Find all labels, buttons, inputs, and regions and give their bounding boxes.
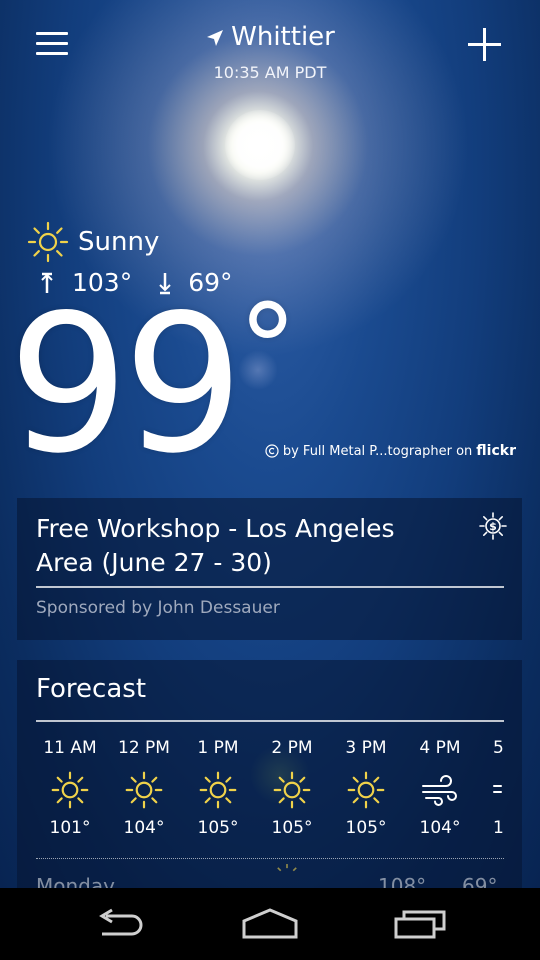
current-temperature: 99° [8, 290, 298, 480]
sponsored-ad-card[interactable]: Free Workshop - Los Angeles Area (June 2… [17, 498, 522, 640]
hour-label: 4 PM [419, 738, 461, 758]
local-time: 10:35 AM PDT [213, 63, 327, 82]
recent-apps-icon [394, 910, 446, 939]
degree-symbol: ° [237, 280, 298, 419]
hourly-forecast-item[interactable]: 2 PM 105° [255, 738, 329, 838]
daily-forecast-row[interactable]: Monday 108° 69° [36, 864, 506, 888]
ad-sponsor: Sponsored by John Dessauer [36, 598, 280, 618]
sun-icon [107, 762, 181, 818]
location-name: Whittier [231, 22, 335, 52]
sun-icon [277, 864, 297, 872]
photo-credit-text: by Full Metal P...tographer on [282, 443, 473, 459]
home-button[interactable] [220, 898, 320, 950]
hour-label: 12 PM [118, 738, 170, 758]
forecast-dotted-divider [36, 858, 504, 859]
copyright-icon [265, 444, 279, 458]
hourly-forecast-item[interactable]: 5 1 [477, 738, 522, 838]
sun-icon [255, 762, 329, 818]
ad-title: Free Workshop - Los Angeles Area (June 2… [36, 514, 395, 577]
back-button[interactable] [70, 898, 170, 950]
hour-temp: 104° [419, 818, 461, 838]
sun-icon [329, 762, 403, 818]
hour-temp: 101° [49, 818, 91, 838]
day-label: Monday [36, 874, 115, 888]
svg-text:$: $ [489, 520, 497, 533]
hour-label: 2 PM [271, 738, 313, 758]
add-location-button[interactable] [466, 26, 504, 64]
sponsored-dollar-icon[interactable]: $ [479, 512, 507, 540]
temperature-value: 99 [8, 274, 244, 495]
wind-icon [403, 762, 477, 818]
day-high: 108° [378, 874, 427, 888]
system-navigation-bar [0, 888, 540, 960]
recent-apps-button[interactable] [370, 898, 470, 950]
hour-temp: 104° [123, 818, 165, 838]
photo-credit[interactable]: by Full Metal P...tographer on flickr [265, 443, 516, 459]
hourly-forecast-item[interactable]: 11 AM 101° [33, 738, 107, 838]
hour-temp: 105° [197, 818, 239, 838]
flickr-logo: flickr [476, 443, 516, 459]
hourly-forecast-item[interactable]: 12 PM 104° [107, 738, 181, 838]
forecast-card[interactable]: Forecast 11 AM 101° 12 PM 104° 1 PM 105°… [17, 660, 522, 888]
current-condition: Sunny [26, 220, 159, 264]
location-arrow-icon [207, 29, 224, 46]
back-icon [99, 908, 143, 936]
sun-icon [27, 221, 69, 263]
hour-label: 3 PM [345, 738, 387, 758]
sun-icon [33, 762, 107, 818]
condition-label: Sunny [78, 227, 160, 257]
sun-icon [181, 762, 255, 818]
forecast-title: Forecast [36, 674, 147, 704]
hour-temp: 105° [271, 818, 313, 838]
hourly-forecast-item[interactable]: 4 PM 104° [403, 738, 477, 838]
forecast-divider [36, 720, 504, 722]
hour-label: 11 AM [43, 738, 97, 758]
wind-icon [493, 762, 522, 818]
hourly-forecast-item[interactable]: 3 PM 105° [329, 738, 403, 838]
hour-temp: 1 [493, 818, 504, 838]
hour-label: 1 PM [197, 738, 239, 758]
home-icon [242, 908, 298, 939]
hourly-forecast-item[interactable]: 1 PM 105° [181, 738, 255, 838]
day-low: 69° [462, 874, 498, 888]
location-title[interactable]: Whittier [0, 22, 540, 52]
hour-label: 5 [493, 738, 504, 758]
ad-divider [36, 586, 504, 588]
hour-temp: 105° [345, 818, 387, 838]
